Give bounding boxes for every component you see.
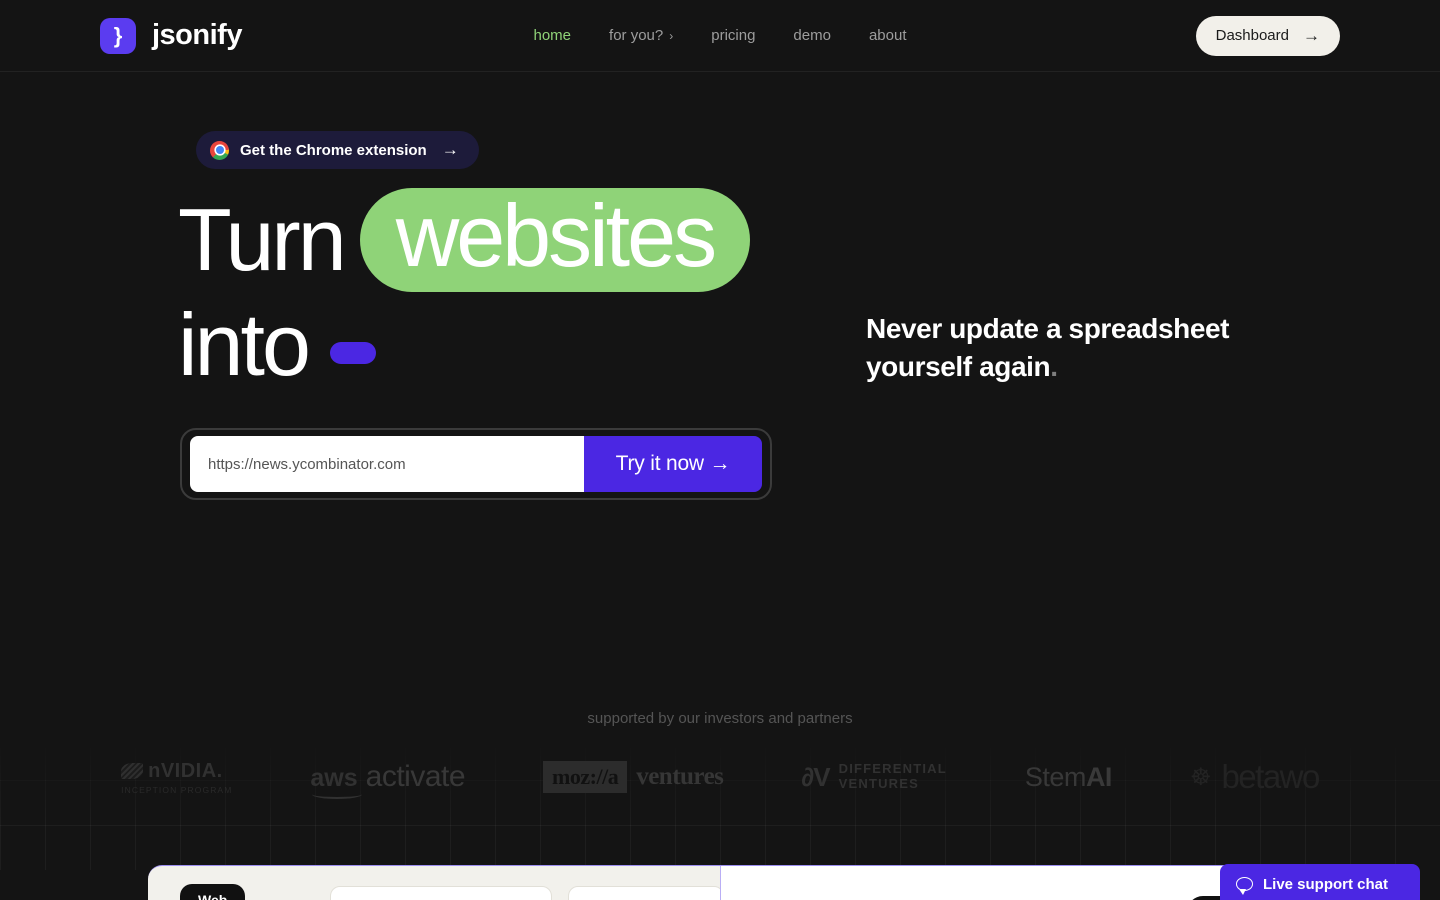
dashboard-button[interactable]: Dashboard → xyxy=(1195,15,1340,56)
grid-background-pattern xyxy=(0,735,1440,870)
chrome-extension-badge[interactable]: Get the Chrome extension → xyxy=(196,131,479,169)
chevron-right-icon: › xyxy=(669,28,674,43)
mozilla-ventures-label: ventures xyxy=(636,763,724,790)
stem-text: Stem xyxy=(1024,761,1087,792)
betaworks-mark-icon: ☸ xyxy=(1189,763,1212,791)
betaworks-label: betawo xyxy=(1221,758,1320,795)
chrome-extension-label: Get the Chrome extension xyxy=(240,141,427,159)
nav-item-about[interactable]: about xyxy=(869,27,907,44)
arrow-right-icon: → xyxy=(1303,26,1320,45)
arrow-right-icon: → xyxy=(441,140,459,159)
nav-item-pricing[interactable]: pricing xyxy=(711,27,755,44)
differential-mark: ∂V xyxy=(801,761,830,792)
try-it-now-button[interactable]: Try it now → xyxy=(584,436,762,492)
logo-betaworks: ☸ betawo xyxy=(1189,758,1320,796)
nav-label-demo: demo xyxy=(793,27,831,44)
logo-nvidia: nVIDIA. INCEPTION PROGRAM xyxy=(121,760,232,795)
typing-caret-indicator xyxy=(329,342,376,364)
main-navigation: home for you? › pricing demo about xyxy=(534,27,907,44)
live-chat-label: Live support chat xyxy=(1263,875,1389,893)
headline-word-turn: Turn xyxy=(178,189,347,289)
chrome-icon xyxy=(210,140,229,160)
headline-line-1: Turn websites xyxy=(178,188,751,292)
panel-input-field-2[interactable] xyxy=(568,886,724,900)
product-preview-panel: Web xyxy=(148,865,1292,900)
partners-caption: supported by our investors and partners xyxy=(587,710,853,727)
landing-page: } jsonify home for you? › pricing demo a… xyxy=(0,0,1440,900)
aws-mark: aws xyxy=(310,764,362,799)
web-tab-chip[interactable]: Web xyxy=(180,884,246,900)
live-support-chat-button[interactable]: Live support chat xyxy=(1220,864,1420,900)
partner-logos: nVIDIA. INCEPTION PROGRAM aws activate m… xyxy=(0,758,1440,799)
nvidia-wordmark: nVIDIA. xyxy=(121,760,223,783)
dashboard-label: Dashboard xyxy=(1215,27,1289,44)
nav-item-demo[interactable]: demo xyxy=(793,27,831,44)
nvidia-eye-icon xyxy=(121,763,144,779)
nvidia-label: nVIDIA. xyxy=(148,759,223,782)
differential-wordmark: DIFFERENTIAL VENTURES xyxy=(839,762,947,791)
mozilla-mark: moz://a xyxy=(543,761,628,793)
hero-tagline: Never update a spreadsheet yourself agai… xyxy=(866,310,1286,387)
logo-glyph: } xyxy=(113,22,123,48)
tagline-period: . xyxy=(1050,351,1058,383)
nav-item-for-you[interactable]: for you? › xyxy=(609,27,673,44)
nav-label-pricing: pricing xyxy=(711,27,756,44)
differential-line-1: DIFFERENTIAL xyxy=(838,761,947,777)
brand-logo[interactable]: } jsonify xyxy=(100,17,242,54)
nav-label-about: about xyxy=(868,27,907,44)
logo-mozilla-ventures: moz://a ventures xyxy=(543,761,724,793)
brand-name: jsonify xyxy=(152,19,242,51)
url-submit-form: Try it now → xyxy=(180,428,772,500)
page-title: Turn websites into xyxy=(178,188,751,394)
chat-bubble-icon xyxy=(1236,877,1253,895)
site-header: } jsonify home for you? › pricing demo a… xyxy=(0,0,1440,72)
headline-line-2: into xyxy=(178,295,750,394)
nav-item-home[interactable]: home xyxy=(534,27,572,44)
tagline-line-2: yourself again xyxy=(866,351,1051,383)
nav-label-home: home xyxy=(533,27,572,44)
panel-right-column xyxy=(720,866,1292,900)
headline-word-into: into xyxy=(178,295,311,394)
tagline-line-1: Never update a spreadsheet xyxy=(866,313,1230,344)
url-input[interactable] xyxy=(190,436,584,492)
stem-ai-bold: AI xyxy=(1085,761,1113,792)
brace-logo-icon: } xyxy=(100,17,136,54)
logo-differential-ventures: ∂V DIFFERENTIAL VENTURES xyxy=(801,762,947,793)
stem-ai-label: StemAI xyxy=(1024,761,1113,793)
nav-label-for-you: for you? xyxy=(609,27,664,44)
panel-left-column: Web xyxy=(148,866,724,900)
logo-stem-ai: StemAI xyxy=(1024,761,1113,793)
differential-line-2: VENTURES xyxy=(838,776,919,791)
nvidia-sublabel: INCEPTION PROGRAM xyxy=(121,784,233,795)
aws-activate-label: activate xyxy=(365,760,466,793)
headline-highlight-websites: websites xyxy=(359,188,751,292)
panel-input-field-1[interactable] xyxy=(330,886,552,900)
logo-aws-activate: aws activate xyxy=(310,760,466,799)
